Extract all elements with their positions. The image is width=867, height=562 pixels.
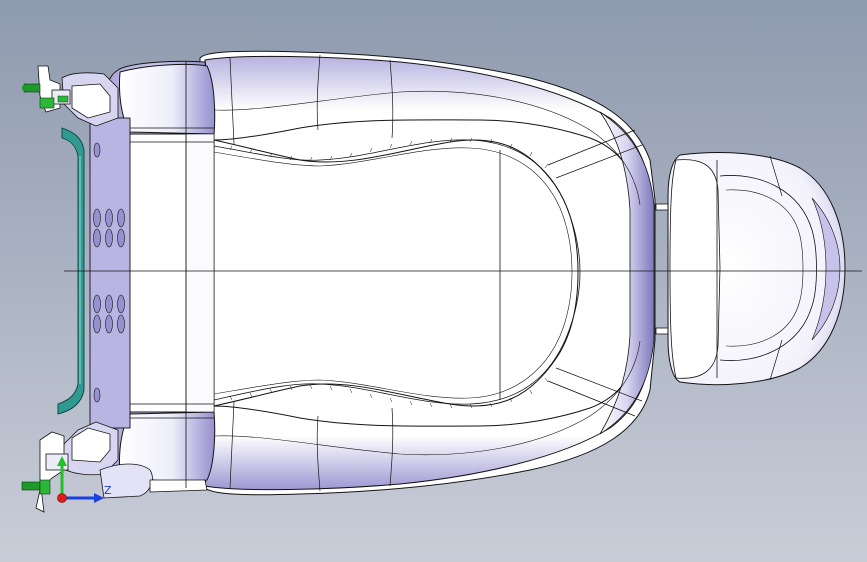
- backrest-rear-panel: [89, 117, 131, 429]
- triad-z-label: Z: [104, 484, 112, 497]
- backrest-front-highlight: [185, 133, 215, 413]
- seat-center-pad: [213, 139, 579, 407]
- backrest-top-roll: [119, 63, 216, 135]
- triad-x-origin: [57, 493, 67, 503]
- seat-assembly-view[interactable]: Z: [0, 0, 867, 562]
- headrest: [655, 152, 846, 386]
- seat-cushion: [199, 50, 656, 496]
- headrest-rear-panel: [669, 159, 721, 379]
- cad-graphics-viewport[interactable]: Z: [0, 0, 867, 562]
